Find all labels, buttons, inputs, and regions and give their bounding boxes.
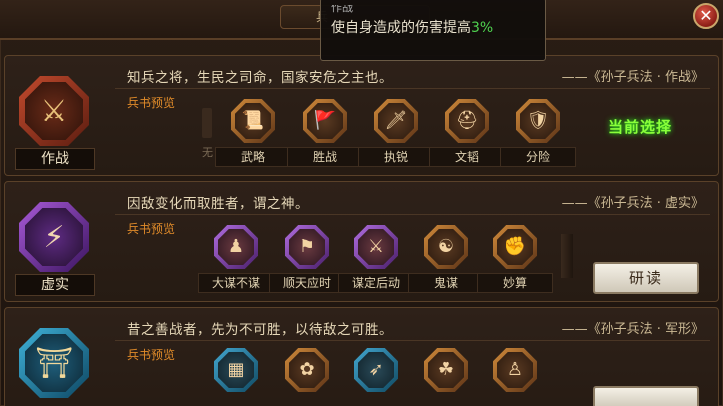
skill-slot[interactable]: 📜 武略: [215, 99, 291, 167]
skill-slot[interactable]: ▦: [206, 348, 266, 392]
quote: 因敌变化而取胜者，谓之神。: [127, 196, 309, 212]
scroll-edge: [202, 108, 212, 138]
close-button[interactable]: ✕: [693, 3, 719, 29]
quote: 昔之善战者，先为不可胜，以待敌之可胜。: [127, 322, 393, 338]
preview-label[interactable]: 兵书预览: [127, 346, 175, 363]
skill-slot[interactable]: ☘: [416, 348, 476, 392]
panel-xushi: ⚡ 虚实 因敌变化而取胜者，谓之神。 ——《孙子兵法 · 虚实》 兵书预览 ♟ 大…: [4, 181, 719, 302]
tooltip-text: 使自身造成的伤害提高3%: [331, 17, 535, 37]
quote-source: ——《孙子兵法 · 军形》: [561, 322, 704, 337]
emblem-name: 虚实: [15, 274, 95, 296]
skill-label: 文韬: [429, 147, 505, 167]
quote-source: ——《孙子兵法 · 作战》: [561, 70, 704, 85]
skill-slot[interactable]: 🚩 胜战: [287, 99, 363, 167]
skill-label: 胜战: [287, 147, 363, 167]
crossed-swords-icon[interactable]: ⚔: [19, 76, 89, 146]
skill-label: 分险: [500, 147, 576, 167]
study-button[interactable]: 研读: [593, 262, 699, 294]
tooltip-text-prefix: 使自身造成的伤害提高: [331, 20, 471, 36]
blade-icon: 🗡: [374, 99, 418, 143]
study-button[interactable]: [593, 386, 699, 406]
walls-icon: ▦: [214, 348, 258, 392]
skill-slot[interactable]: ♙: [485, 348, 545, 392]
skill-label: 大谋不谋: [198, 273, 274, 293]
panel-junxing: ⛩ 昔之善战者，先为不可胜，以待敌之可胜。 ——《孙子兵法 · 军形》 兵书预览…: [4, 307, 719, 406]
skill-slot[interactable]: ⚑ 顺天应时: [269, 225, 345, 293]
fist-icon: ✊: [493, 225, 537, 269]
banner-icon: 🚩: [303, 99, 347, 143]
skill-slot[interactable]: ✊ 妙算: [477, 225, 553, 293]
skill-slot[interactable]: ☯ 鬼谋: [408, 225, 484, 293]
scroll-edge: [561, 234, 573, 278]
skill-slot[interactable]: ⚔ 谋定后动: [338, 225, 414, 293]
tooltip: 作战 使自身造成的伤害提高3%: [320, 0, 546, 61]
spear-icon: ➶: [354, 348, 398, 392]
hooves-icon: ☘: [424, 348, 468, 392]
tooltip-value: 3%: [471, 20, 494, 36]
flag-icon: ⚑: [285, 225, 329, 269]
helmet-icon: ⛑: [445, 99, 489, 143]
scroll-icon: 📜: [231, 99, 275, 143]
skill-label: 顺天应时: [269, 273, 345, 293]
skill-slot[interactable]: ✿: [277, 348, 337, 392]
monk-icon: ♙: [493, 348, 537, 392]
warrior-icon: ⚔: [354, 225, 398, 269]
skill-label: 武略: [215, 147, 291, 167]
panel-zuozhan: ⚔ 作战 知兵之将，生民之司命，国家安危之主也。 ——《孙子兵法 · 作战》 兵…: [4, 55, 719, 176]
current-selection-label: 当前选择: [608, 118, 673, 136]
emblem-name: 作战: [15, 148, 95, 170]
quote: 知兵之将，生民之司命，国家安危之主也。: [127, 70, 393, 86]
side-char: 无: [202, 146, 213, 159]
preview-label[interactable]: 兵书预览: [127, 220, 175, 237]
divider: [115, 340, 710, 341]
skill-label: 妙算: [477, 273, 553, 293]
skill-slot[interactable]: 🛡 分险: [500, 99, 576, 167]
divider: [115, 88, 710, 89]
quote-source: ——《孙子兵法 · 虚实》: [561, 196, 704, 211]
figure-icon: ♟: [214, 225, 258, 269]
mask-icon: ☯: [424, 225, 468, 269]
tooltip-head: 作战: [331, 5, 353, 14]
preview-label[interactable]: 兵书预览: [127, 94, 175, 111]
lotus-icon: ✿: [285, 348, 329, 392]
skill-label: 谋定后动: [338, 273, 414, 293]
fortress-icon[interactable]: ⛩: [19, 328, 89, 398]
skill-slot[interactable]: 🗡 执锐: [358, 99, 434, 167]
skill-slot[interactable]: ♟ 大谋不谋: [198, 225, 274, 293]
claw-icon[interactable]: ⚡: [19, 202, 89, 272]
shield-icon: 🛡: [516, 99, 560, 143]
skill-slot[interactable]: ➶: [346, 348, 406, 392]
divider: [115, 214, 710, 215]
skill-slot[interactable]: ⛑ 文韬: [429, 99, 505, 167]
skill-label: 执锐: [358, 147, 434, 167]
skill-label: 鬼谋: [408, 273, 484, 293]
